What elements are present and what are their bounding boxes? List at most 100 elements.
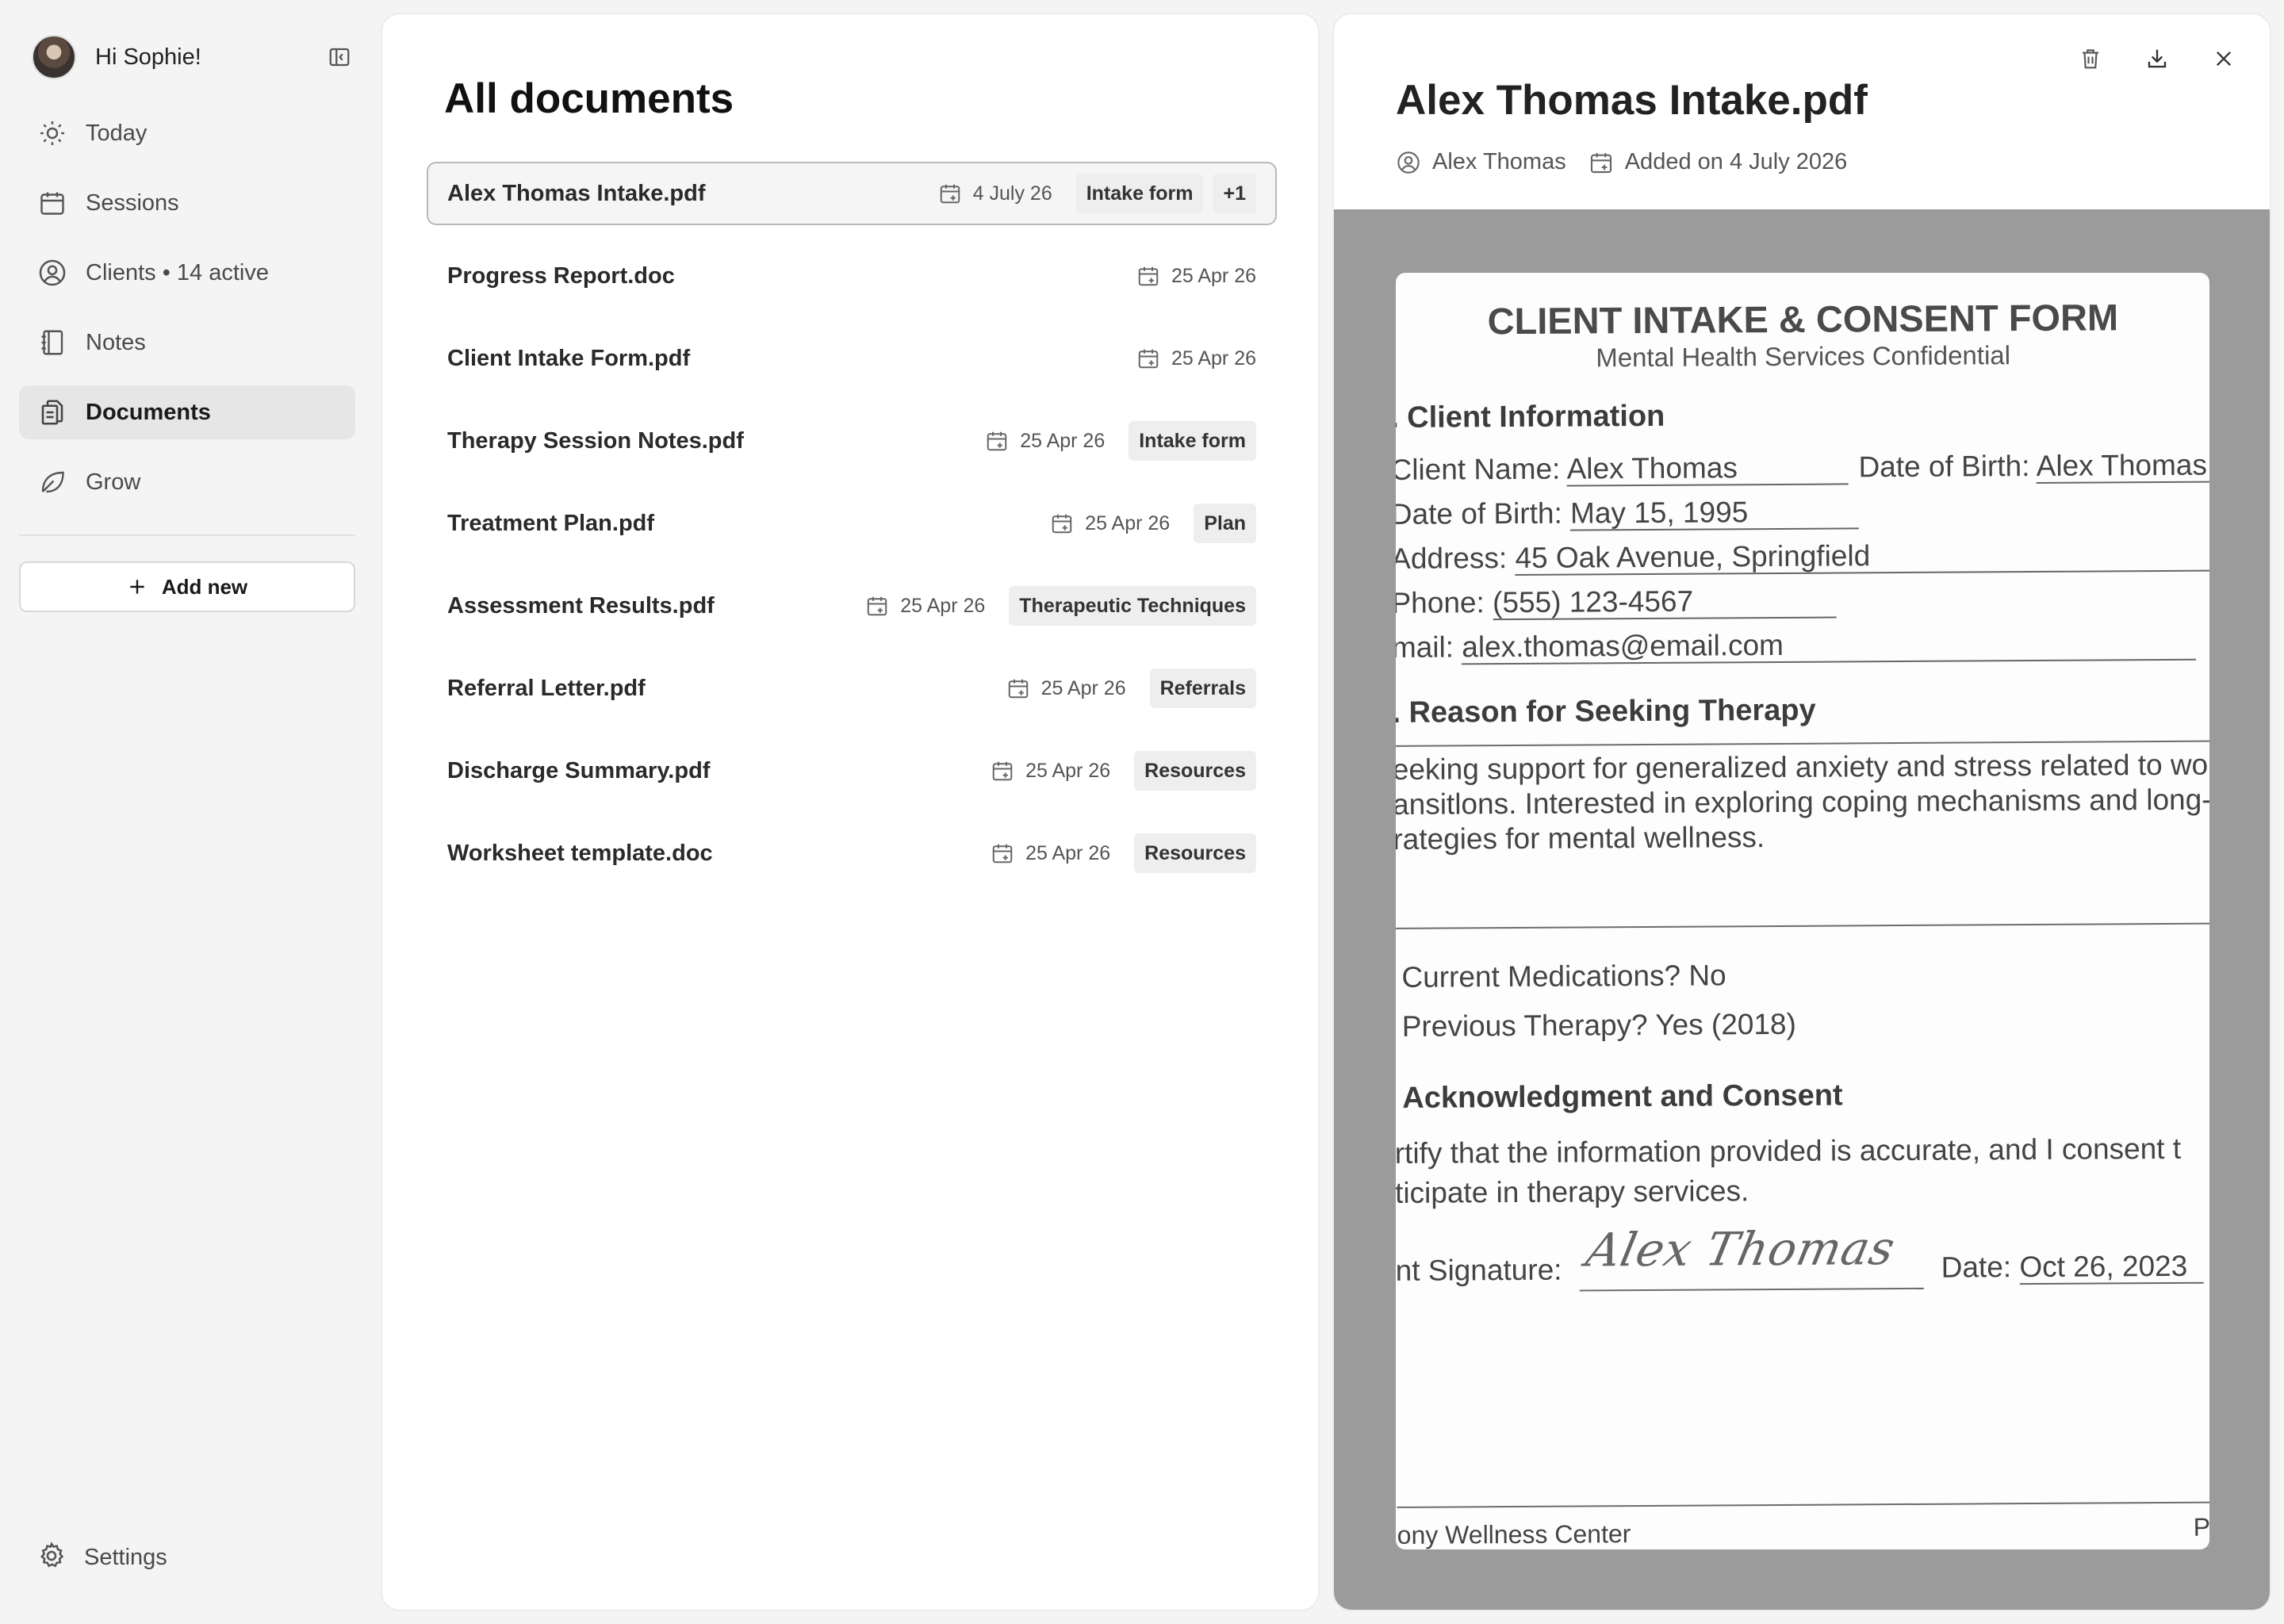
scan-medications: Current Medications? No xyxy=(1401,959,1726,994)
scan-dob-right-line: Date of Birth: Alex Thomas xyxy=(1858,447,2209,485)
notebook-icon xyxy=(36,327,68,358)
document-date: 25 Apr 26 xyxy=(1136,264,1256,288)
document-date-text: 25 Apr 26 xyxy=(1085,511,1171,534)
scan-reason-line-1: eeking support for generalized anxiety a… xyxy=(1396,748,2209,786)
document-tag[interactable]: Therapeutic Techniques xyxy=(1009,586,1256,626)
preview-actions xyxy=(2046,36,2246,81)
scan-phone-line: Phone: (555) 123-4567 xyxy=(1396,584,1837,621)
nav-item-settings[interactable]: Settings xyxy=(19,1530,355,1584)
nav-item-documents[interactable]: Documents xyxy=(19,385,355,439)
nav-item-notes[interactable]: Notes xyxy=(19,316,355,370)
scan-reason-line-3: rategies for mental wellness. xyxy=(1396,821,1765,856)
page-title: All documents xyxy=(444,75,734,122)
scan-section-client-info: . Client Information xyxy=(1396,399,1665,435)
scan-footer-right: Pag xyxy=(2193,1512,2209,1542)
document-row[interactable]: Assessment Results.pdf 25 Apr 26 Therapeut… xyxy=(427,574,1277,638)
document-row[interactable]: Treatment Plan.pdf 25 Apr 26 Plan xyxy=(427,492,1277,555)
scan-rule xyxy=(1396,922,2209,929)
document-tag[interactable]: Intake form xyxy=(1129,421,1256,461)
scan-date-line: Date: Oct 26, 2023 xyxy=(1941,1249,2204,1285)
nav-item-sessions[interactable]: Sessions xyxy=(19,176,355,230)
scanned-document: CLIENT INTAKE & CONSENT FORM Mental Heal… xyxy=(1396,273,2209,1549)
scan-previous-therapy: Previous Therapy? Yes (2018) xyxy=(1401,1007,1797,1043)
sidebar-divider xyxy=(19,534,355,536)
document-date: 25 Apr 26 xyxy=(1136,347,1256,370)
document-meta: 25 Apr 26 Referrals xyxy=(1006,668,1256,708)
calendar-plus-icon xyxy=(987,431,1007,451)
calendar-plus-icon xyxy=(992,761,1013,781)
scan-phone: (555) 123-4567 xyxy=(1492,584,1837,621)
scan-address-label: Address: xyxy=(1396,542,1508,575)
scan-signature-label: nt Signature: xyxy=(1396,1253,1562,1287)
user-circle-icon xyxy=(1397,151,1420,174)
document-date-text: 25 Apr 26 xyxy=(1171,264,1256,287)
nav-label-clients: Clients • 14 active xyxy=(86,259,269,285)
scan-title: CLIENT INTAKE & CONSENT FORM xyxy=(1487,296,2119,343)
document-date: 4 July 26 xyxy=(938,182,1052,205)
download-button[interactable] xyxy=(2135,36,2179,81)
nav-item-today[interactable]: Today xyxy=(19,106,355,160)
scan-rule xyxy=(1396,740,2209,747)
scan-subtitle: Mental Health Services Confidential xyxy=(1596,340,2011,373)
document-tag[interactable]: Referrals xyxy=(1149,668,1256,708)
document-date-text: 25 Apr 26 xyxy=(1020,429,1106,452)
document-date: 25 Apr 26 xyxy=(985,429,1105,453)
nav-label-documents: Documents xyxy=(86,399,211,425)
documents-list: Alex Thomas Intake.pdf 4 July 26 Intake fo… xyxy=(427,162,1277,904)
document-row[interactable]: Client Intake Form.pdf 25 Apr 26 xyxy=(427,327,1277,390)
document-row[interactable]: Therapy Session Notes.pdf 25 Apr 26 Intake… xyxy=(427,409,1277,473)
preview-client[interactable]: Alex Thomas xyxy=(1396,149,1566,175)
nav-item-grow[interactable]: Grow xyxy=(19,455,355,509)
calendar-plus-icon xyxy=(940,184,960,204)
document-date: 25 Apr 26 xyxy=(865,594,985,618)
document-row[interactable]: Worksheet template.doc 25 Apr 26 Resources xyxy=(427,822,1277,885)
scan-email-line: mail: alex.thomas@email.com xyxy=(1396,626,2197,665)
sun-icon xyxy=(36,117,68,149)
document-row[interactable]: Referral Letter.pdf 25 Apr 26 Referrals xyxy=(427,657,1277,720)
add-new-button[interactable]: Add new xyxy=(19,561,355,612)
nav-label-settings: Settings xyxy=(84,1544,167,1570)
document-meta: 25 Apr 26 xyxy=(1136,347,1256,370)
scan-reason-line-2: ansitlons. Interested in exploring copin… xyxy=(1396,783,2209,821)
document-date-text: 25 Apr 26 xyxy=(1040,676,1126,699)
document-tag[interactable]: Resources xyxy=(1134,751,1256,791)
document-preview-panel: Alex Thomas Intake.pdf Alex Thomas Added… xyxy=(1332,13,2271,1611)
calendar-plus-icon xyxy=(1052,514,1072,534)
document-meta: 25 Apr 26 Intake form xyxy=(985,421,1256,461)
document-meta: 25 Apr 26 Plan xyxy=(1050,504,1256,543)
calendar-plus-icon xyxy=(992,844,1013,864)
document-name: Treatment Plan.pdf xyxy=(447,510,655,536)
scan-footer-left: ony Wellness Center xyxy=(1397,1519,1631,1549)
document-tag[interactable]: Resources xyxy=(1134,833,1256,873)
calendar-plus-icon xyxy=(1138,349,1159,369)
gear-icon xyxy=(36,1541,67,1575)
scan-phone-label: Phone: xyxy=(1396,586,1485,619)
add-new-label: Add new xyxy=(161,574,248,599)
scan-address-line: Address: 45 Oak Avenue, Springfield xyxy=(1396,537,2209,576)
document-date-text: 25 Apr 26 xyxy=(900,594,986,617)
preview-title: Alex Thomas Intake.pdf xyxy=(1396,77,1868,124)
document-date: 25 Apr 26 xyxy=(991,759,1110,783)
document-viewer[interactable]: CLIENT INTAKE & CONSENT FORM Mental Heal… xyxy=(1334,209,2270,1610)
document-tag[interactable]: Plan xyxy=(1194,504,1256,543)
document-row[interactable]: Discharge Summary.pdf 25 Apr 26 Resources xyxy=(427,739,1277,802)
document-row[interactable]: Progress Report.doc 25 Apr 26 xyxy=(427,244,1277,308)
trash-icon xyxy=(2083,49,2098,69)
document-tag[interactable]: Intake form xyxy=(1075,174,1204,213)
document-meta: 25 Apr 26 Resources xyxy=(991,833,1256,873)
document-tag[interactable]: +1 xyxy=(1213,174,1256,213)
scan-client-name-label: Client Name: xyxy=(1396,452,1561,486)
scan-date-value: Oct 26, 2023 xyxy=(2019,1249,2204,1285)
close-button[interactable] xyxy=(2202,36,2246,81)
scan-dob-label: Date of Birth: xyxy=(1396,496,1562,530)
delete-button[interactable] xyxy=(2068,36,2113,81)
preview-added-date: Added on 4 July 2026 xyxy=(1624,149,1848,174)
nav-item-clients[interactable]: Clients • 14 active xyxy=(19,246,355,300)
avatar[interactable] xyxy=(32,35,76,79)
scan-dob: May 15, 1995 xyxy=(1569,495,1860,531)
document-row[interactable]: Alex Thomas Intake.pdf 4 July 26 Intake fo… xyxy=(427,162,1277,225)
collapse-sidebar-button[interactable] xyxy=(327,44,352,70)
nav-label-today: Today xyxy=(86,120,148,146)
scan-section-reason: . Reason for Seeking Therapy xyxy=(1396,693,1816,730)
plus-icon xyxy=(127,576,148,597)
